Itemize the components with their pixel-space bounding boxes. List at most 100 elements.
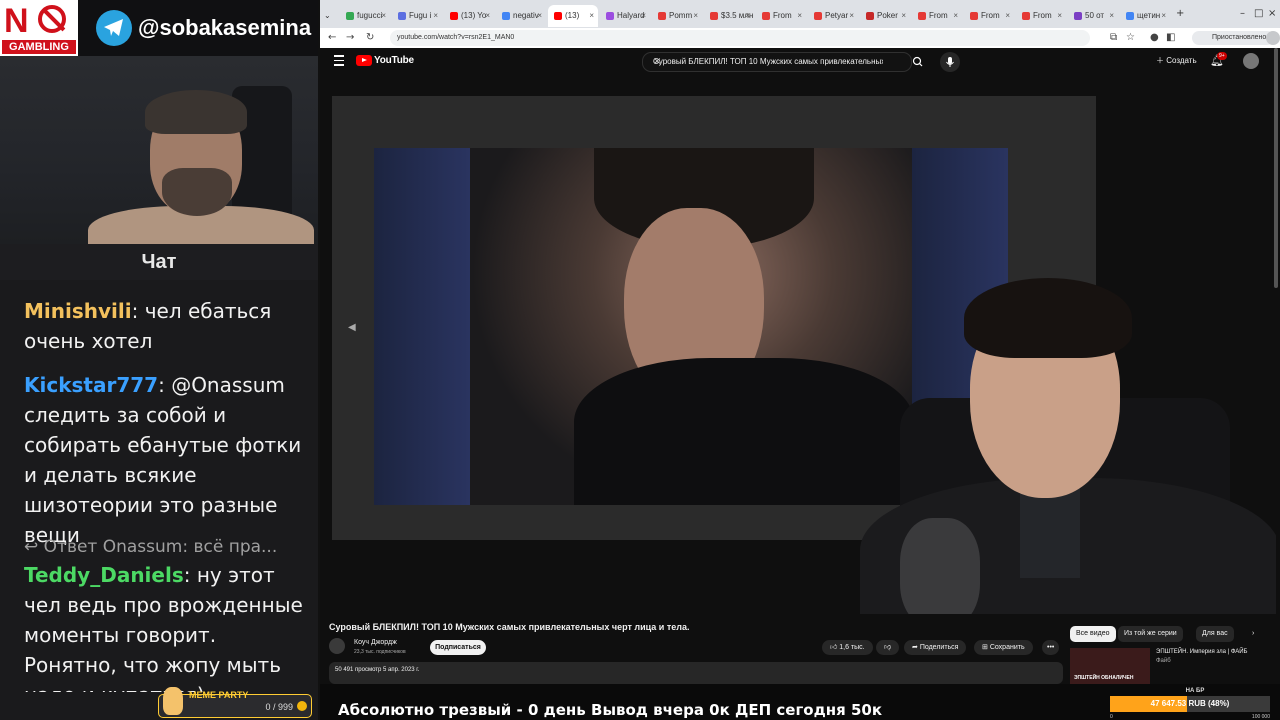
- browser-tab[interactable]: negativ ×: [496, 5, 546, 27]
- account-avatar[interactable]: [1243, 53, 1259, 69]
- channel-name[interactable]: Коуч Джордж: [354, 638, 397, 648]
- chips-next-icon[interactable]: ›: [1246, 626, 1260, 642]
- close-icon[interactable]: ×: [693, 5, 698, 27]
- previous-arrow-icon[interactable]: ◀: [348, 322, 356, 334]
- browser-tab[interactable]: Petyar ×: [808, 5, 858, 27]
- new-tab-icon[interactable]: +: [1176, 6, 1184, 22]
- close-icon[interactable]: ×: [433, 5, 438, 27]
- close-icon[interactable]: ×: [641, 5, 646, 27]
- like-button[interactable]: 👍︎ 1,6 тыс.: [822, 640, 873, 655]
- chip-all-videos[interactable]: Все видео: [1070, 626, 1116, 642]
- install-app-icon[interactable]: ⧉: [1110, 30, 1117, 46]
- youtube-logo-icon[interactable]: [356, 55, 372, 66]
- address-bar-row: ← → ↻ youtube.com/watch?v=rsn2E1_MAN0 ⧉ …: [320, 28, 1280, 48]
- channel-subscribers: 23,3 тыс. подписчиков: [354, 649, 406, 655]
- streamer-facecam-overlay: [840, 238, 1276, 614]
- browser-tab[interactable]: $3.5 млн ×: [704, 5, 754, 27]
- microphone-icon: [946, 57, 954, 67]
- youtube-header: YouTube Суровый БЛЕКПИЛ! ТОП 10 Мужских …: [320, 48, 1280, 76]
- browser-tab[interactable]: From ×: [1016, 5, 1066, 27]
- goal-amount: 47 647.53 RUB (48%): [1150, 699, 1230, 708]
- chip-same-series[interactable]: Из той же серии: [1118, 626, 1183, 642]
- thumbnail-text: ЭПШТЕЙН ОБНАЛИЧЕН: [1074, 675, 1134, 681]
- recommended-video-thumbnail[interactable]: ЭПШТЕЙН ОБНАЛИЧЕН: [1070, 648, 1150, 684]
- browser-tab[interactable]: щетин ×: [1120, 5, 1170, 27]
- close-icon[interactable]: ×: [381, 5, 386, 27]
- chat-username: Minishvili: [24, 299, 132, 323]
- subscribe-button[interactable]: Подписаться: [430, 640, 486, 655]
- forward-icon[interactable]: →: [346, 30, 354, 46]
- minimize-icon[interactable]: –: [1240, 6, 1245, 22]
- menu-icon[interactable]: [334, 55, 344, 69]
- browser-tab[interactable]: From ×: [964, 5, 1014, 27]
- chat-message: Kickstar777: @Onassum следить за собой и…: [24, 370, 304, 550]
- chat-text: : @Onassum следить за собой и собирать е…: [24, 373, 302, 547]
- create-button[interactable]: ＋ Создать: [1156, 54, 1197, 68]
- ticker-text: Абсолютно трезвый - 0 день Вывод вчера 0…: [338, 701, 882, 719]
- browser-tab-active[interactable]: (13) ×: [548, 5, 598, 27]
- reload-icon[interactable]: ↻: [366, 30, 374, 46]
- close-icon[interactable]: ×: [1005, 5, 1010, 27]
- close-icon[interactable]: ×: [849, 5, 854, 27]
- no-gambling-logo-n: N: [4, 2, 29, 40]
- search-button[interactable]: [908, 52, 928, 72]
- recommended-video-info[interactable]: ЭПШТЕЙН. Империя зла | ФАЙБ Файб: [1156, 648, 1266, 666]
- voice-search-button[interactable]: [940, 52, 960, 72]
- telegram-handle: @sobakasemina: [138, 15, 312, 40]
- search-input[interactable]: Суровый БЛЕКПИЛ! ТОП 10 Мужских самых пр…: [642, 52, 912, 72]
- doge-icon: [163, 687, 183, 715]
- clear-search-icon[interactable]: ×: [653, 53, 883, 71]
- chat-reply-text: Ответ Onassum: всё пра...: [43, 537, 278, 557]
- close-icon[interactable]: ×: [1057, 5, 1062, 27]
- browser-tab[interactable]: Fugu i ×: [392, 5, 442, 27]
- overlay-header: N GAMBLING @sobakasemina: [0, 0, 318, 56]
- donation-goal-widget: НА БР 47 647.53 RUB (48%) 0 100 000: [1110, 684, 1280, 720]
- browser-tab[interactable]: Halyard ×: [600, 5, 650, 27]
- browser-tab[interactable]: (13) Yo ×: [444, 5, 494, 27]
- maximize-icon[interactable]: □: [1254, 6, 1263, 22]
- close-icon[interactable]: ×: [589, 5, 594, 27]
- chat-panel: Minishvili: чел ебаться очень хотел Kick…: [0, 282, 318, 692]
- status-ticker: Абсолютно трезвый - 0 день Вывод вчера 0…: [320, 684, 1110, 720]
- close-icon[interactable]: ×: [953, 5, 958, 27]
- tab-list-button[interactable]: ⌄: [324, 5, 338, 27]
- share-button[interactable]: ➦ Поделиться: [904, 640, 967, 655]
- profile-paused-chip[interactable]: Приостановлено: [1192, 31, 1275, 45]
- close-icon[interactable]: ×: [745, 5, 750, 27]
- streamer-webcam: [0, 56, 318, 244]
- close-icon[interactable]: ×: [901, 5, 906, 27]
- close-window-icon[interactable]: ×: [1268, 6, 1276, 22]
- close-icon[interactable]: ×: [1161, 5, 1166, 27]
- chat-title: Чат: [0, 244, 318, 280]
- channel-avatar[interactable]: [329, 638, 345, 654]
- chip-for-you[interactable]: Для вас: [1196, 626, 1234, 642]
- browser-tab[interactable]: fugucci ×: [340, 5, 390, 27]
- address-bar[interactable]: youtube.com/watch?v=rsn2E1_MAN0: [390, 30, 1090, 46]
- video-description-box[interactable]: 50 491 просмотр 5 апр. 2023 г.: [329, 662, 1063, 684]
- browser-window: ⌄ fugucci × Fugu i × (13) Yo × negativ × (13…: [320, 0, 1280, 684]
- meme-party-widget: MEME PARTY 0 / 999: [158, 687, 312, 718]
- reply-arrow-icon: ↩: [24, 537, 44, 557]
- close-icon[interactable]: ×: [485, 5, 490, 27]
- stream-overlay-left: N GAMBLING @sobakasemina Чат Minishvili:…: [0, 0, 318, 720]
- close-icon[interactable]: ×: [537, 5, 542, 27]
- bookmark-star-icon[interactable]: ☆: [1126, 30, 1135, 46]
- close-icon[interactable]: ×: [1109, 5, 1114, 27]
- browser-tab[interactable]: Poker ×: [860, 5, 910, 27]
- browser-tab[interactable]: Pomm ×: [652, 5, 702, 27]
- more-actions-button[interactable]: •••: [1042, 640, 1060, 655]
- telegram-icon: [96, 10, 132, 46]
- browser-menu-icon[interactable]: [1266, 31, 1280, 45]
- browser-tab[interactable]: From ×: [912, 5, 962, 27]
- extension-icon[interactable]: ●: [1150, 30, 1159, 46]
- youtube-logo-text[interactable]: YouTube: [374, 53, 414, 69]
- dislike-button[interactable]: 👎︎: [876, 640, 900, 655]
- extensions-puzzle-icon[interactable]: ◧: [1166, 30, 1175, 46]
- browser-tab[interactable]: From ×: [756, 5, 806, 27]
- save-button[interactable]: ⊞ Сохранить: [974, 640, 1033, 655]
- close-icon[interactable]: ×: [797, 5, 802, 27]
- back-icon[interactable]: ←: [328, 30, 336, 46]
- chat-message: Minishvili: чел ебаться очень хотел: [24, 296, 304, 356]
- browser-tab[interactable]: 50 от ×: [1068, 5, 1118, 27]
- youtube-page: YouTube Суровый БЛЕКПИЛ! ТОП 10 Мужских …: [320, 48, 1280, 684]
